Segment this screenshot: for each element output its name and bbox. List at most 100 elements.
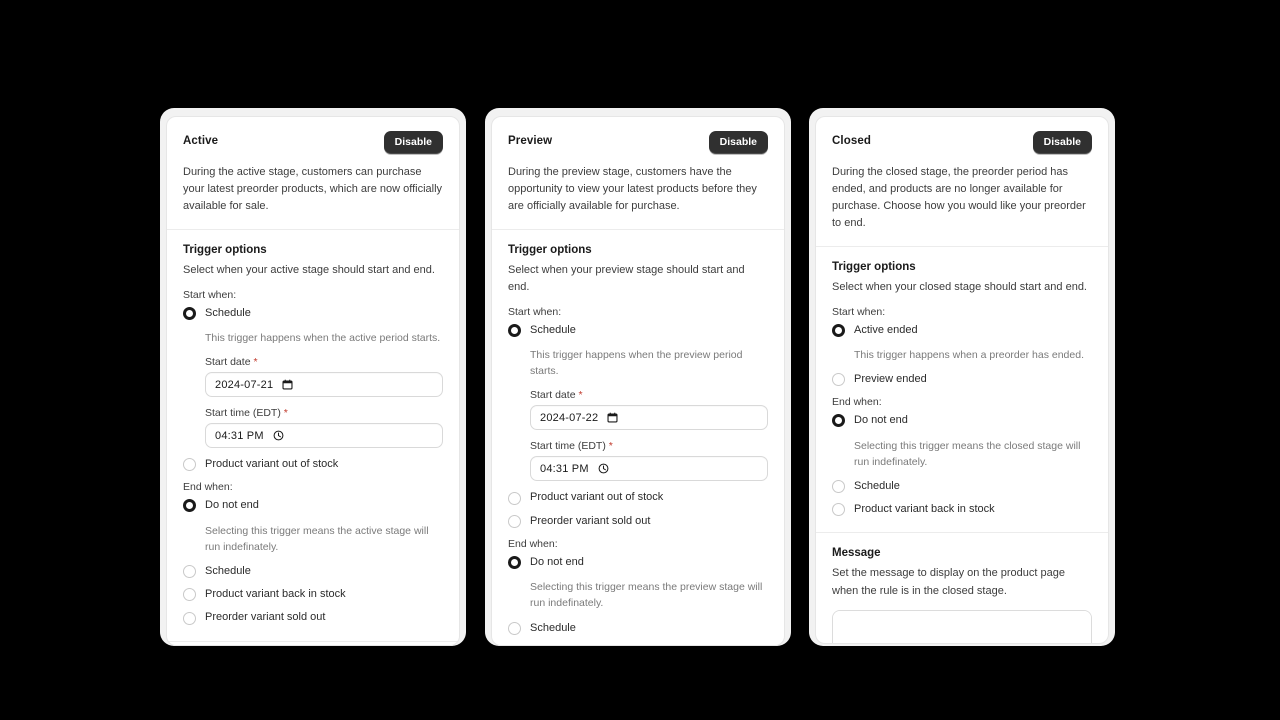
message-editor: Emoji Website Bold xyxy=(832,609,1092,643)
radio-label: Product variant back in stock xyxy=(854,503,995,516)
end-hint-active: Selecting this trigger means the active … xyxy=(205,524,429,553)
radio-label: Product variant out of stock xyxy=(530,491,664,504)
start-hint-active: This trigger happens when the active per… xyxy=(205,331,441,344)
trigger-options-section-preview: Trigger options Select when your preview… xyxy=(492,228,784,646)
page-title-preview: Preview xyxy=(508,135,553,147)
radio-label: Do not end xyxy=(530,555,584,568)
message-section-closed: Message Set the message to display on th… xyxy=(816,532,1108,643)
radio-start-schedule-preview[interactable]: Schedule xyxy=(508,324,768,337)
start-time-value-active: 04:31 PM xyxy=(215,429,264,442)
card-frame-active: Active Disable During the active stage, … xyxy=(160,108,466,646)
start-date-label-text: Start date xyxy=(205,356,251,369)
start-time-label-text: Start time (EDT) xyxy=(205,407,281,420)
disable-button-closed[interactable]: Disable xyxy=(1032,131,1092,154)
radio-start-oos-active[interactable]: Product variant out of stock xyxy=(183,458,443,472)
radio-icon xyxy=(183,458,196,472)
radio-label: Preview ended xyxy=(854,373,927,386)
radio-icon xyxy=(832,373,845,387)
start-time-field-active: Start time (EDT) * 04:31 PM xyxy=(205,407,443,449)
disable-button-active[interactable]: Disable xyxy=(383,131,443,154)
trigger-options-desc-preview: Select when your preview stage should st… xyxy=(508,263,745,293)
radio-label: Do not end xyxy=(854,414,908,427)
radio-label: Product variant back in stock xyxy=(205,588,346,601)
card-header-section-closed: Closed Disable During the closed stage, … xyxy=(816,117,1108,246)
radio-icon xyxy=(832,480,845,494)
screenshot-stage: Active Disable During the active stage, … xyxy=(0,0,1280,720)
radio-icon xyxy=(183,565,196,579)
radio-end-donotend-preview[interactable]: Do not end xyxy=(508,556,768,569)
end-hint-closed: Selecting this trigger means the closed … xyxy=(854,439,1081,468)
radio-end-donotend-active[interactable]: Do not end xyxy=(183,499,443,513)
trigger-options-desc-closed: Select when your closed stage should sta… xyxy=(832,280,1087,293)
calendar-icon[interactable] xyxy=(282,379,293,390)
radio-label: Active ended xyxy=(854,323,918,336)
start-when-label-preview: Start when: xyxy=(508,305,562,318)
radio-icon xyxy=(508,491,521,505)
radio-end-backinstock-active[interactable]: Product variant back in stock xyxy=(183,588,443,602)
radio-end-soldout-active[interactable]: Preorder variant sold out xyxy=(183,611,443,625)
radio-icon xyxy=(183,588,196,602)
disable-button-preview[interactable]: Disable xyxy=(708,131,768,154)
radio-icon xyxy=(508,514,521,528)
card-header-section-preview: Preview Disable During the preview stage… xyxy=(492,117,784,229)
stage-card-closed: Closed Disable During the closed stage, … xyxy=(815,116,1109,644)
radio-start-soldout-preview[interactable]: Preorder variant sold out xyxy=(508,515,768,528)
trigger-options-title-active: Trigger options xyxy=(183,243,267,256)
start-date-label-active: Start date * xyxy=(205,356,443,368)
radio-icon xyxy=(183,499,196,513)
start-time-label-active: Start time (EDT) * xyxy=(205,407,443,419)
card-header-row-preview: Preview Disable xyxy=(508,131,768,154)
start-time-input-active[interactable]: 04:31 PM xyxy=(205,423,443,449)
radio-end-donotend-closed[interactable]: Do not end xyxy=(832,414,1092,428)
start-date-input-preview[interactable]: 2024-07-22 xyxy=(530,405,768,431)
radio-start-activeended-closed[interactable]: Active ended xyxy=(832,324,1092,337)
radio-end-schedule-active[interactable]: Schedule xyxy=(183,565,443,579)
page-title-active: Active xyxy=(183,135,219,147)
radio-end-schedule-preview[interactable]: Schedule xyxy=(508,622,768,635)
radio-start-oos-preview[interactable]: Product variant out of stock xyxy=(508,491,768,505)
start-hint-preview: This trigger happens when the preview pe… xyxy=(530,348,743,378)
radio-start-previewended-closed[interactable]: Preview ended xyxy=(832,373,1092,387)
radio-icon xyxy=(832,323,845,337)
radio-icon xyxy=(508,323,521,337)
radio-icon xyxy=(508,644,521,645)
clock-icon[interactable] xyxy=(273,430,284,441)
radio-label: Schedule xyxy=(530,323,576,336)
start-time-input-preview[interactable]: 04:31 PM xyxy=(530,456,768,482)
radio-icon xyxy=(832,503,845,517)
card-header-section-active: Active Disable During the active stage, … xyxy=(167,117,459,229)
radio-icon xyxy=(508,555,521,569)
radio-icon xyxy=(183,611,196,625)
message-textarea[interactable] xyxy=(833,610,1091,643)
message-description: Set the message to display on the produc… xyxy=(832,567,1065,597)
radio-label: Product variant back in stock xyxy=(530,645,671,646)
trigger-options-section-closed: Trigger options Select when your closed … xyxy=(816,245,1108,533)
radio-icon xyxy=(508,621,521,635)
start-date-field-active: Start date * 2024-07-21 xyxy=(205,356,443,398)
card-frame-preview: Preview Disable During the preview stage… xyxy=(485,108,791,646)
end-when-label-closed: End when: xyxy=(832,396,882,409)
radio-end-schedule-closed[interactable]: Schedule xyxy=(832,480,1092,494)
radio-start-schedule-active[interactable]: Schedule xyxy=(183,307,443,320)
radio-end-backinstock-preview[interactable]: Product variant back in stock xyxy=(508,645,768,646)
start-date-field-preview: Start date * 2024-07-22 xyxy=(530,389,768,431)
start-when-label-active: Start when: xyxy=(183,288,237,301)
radio-label: Schedule xyxy=(205,306,251,319)
radio-end-backinstock-closed[interactable]: Product variant back in stock xyxy=(832,503,1092,517)
start-time-field-preview: Start time (EDT) * 04:31 PM xyxy=(530,440,768,482)
trigger-options-desc-active: Select when your active stage should sta… xyxy=(183,263,435,276)
radio-label: Schedule xyxy=(205,565,251,578)
start-date-input-active[interactable]: 2024-07-21 xyxy=(205,372,443,398)
card-description-closed: During the closed stage, the preorder pe… xyxy=(832,165,1086,229)
calendar-icon[interactable] xyxy=(607,412,618,423)
start-date-value-active: 2024-07-21 xyxy=(215,378,274,391)
start-when-label-closed: Start when: xyxy=(832,305,886,318)
clock-icon[interactable] xyxy=(598,463,609,474)
radio-label: Schedule xyxy=(854,480,900,493)
end-hint-preview: Selecting this trigger means the preview… xyxy=(530,581,763,610)
start-hint-closed: This trigger happens when a preorder has… xyxy=(854,348,1084,361)
start-time-label-text: Start time (EDT) xyxy=(530,440,606,453)
card-header-row-closed: Closed Disable xyxy=(832,131,1092,154)
required-mark: * xyxy=(283,407,288,420)
radio-label: Preorder variant sold out xyxy=(530,514,651,527)
